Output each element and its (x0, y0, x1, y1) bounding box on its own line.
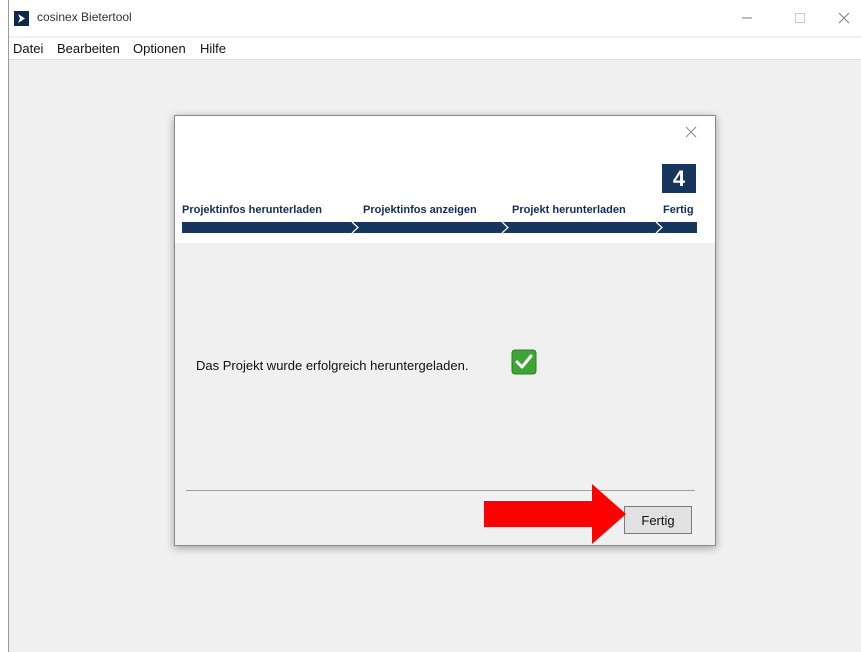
app-logo-icon (14, 11, 29, 26)
minimize-icon[interactable] (732, 6, 762, 30)
step-label-projekt-herunterladen: Projekt herunterladen (512, 204, 626, 216)
download-wizard-dialog: 4 Projektinfos herunterladen Projektinfo… (174, 115, 716, 546)
window-title: cosinex Bietertool (37, 10, 132, 24)
menu-bar: Datei Bearbeiten Optionen Hilfe (9, 38, 861, 60)
step-progress-bar (182, 222, 697, 233)
step-label-projektinfos-herunterladen: Projektinfos herunterladen (182, 204, 322, 216)
step-label-projektinfos-anzeigen: Projektinfos anzeigen (363, 204, 477, 216)
wizard-header: 4 Projektinfos herunterladen Projektinfo… (175, 116, 715, 243)
checkmark-icon (511, 349, 537, 375)
menu-datei[interactable]: Datei (13, 41, 43, 56)
finish-button[interactable]: Fertig (624, 506, 692, 534)
title-bar: cosinex Bietertool (9, 0, 861, 36)
current-step-badge: 4 (662, 164, 696, 193)
menu-bearbeiten[interactable]: Bearbeiten (57, 41, 120, 56)
success-message: Das Projekt wurde erfolgreich herunterge… (196, 358, 469, 373)
maximize-icon[interactable] (785, 6, 815, 30)
close-icon[interactable] (683, 124, 699, 140)
menu-optionen[interactable]: Optionen (133, 41, 186, 56)
red-arrow-icon (484, 484, 626, 544)
step-label-fertig: Fertig (663, 204, 694, 216)
close-icon[interactable] (829, 6, 859, 30)
app-window: cosinex Bietertool Datei Bearbeiten Opti… (8, 0, 861, 652)
menu-hilfe[interactable]: Hilfe (200, 41, 226, 56)
